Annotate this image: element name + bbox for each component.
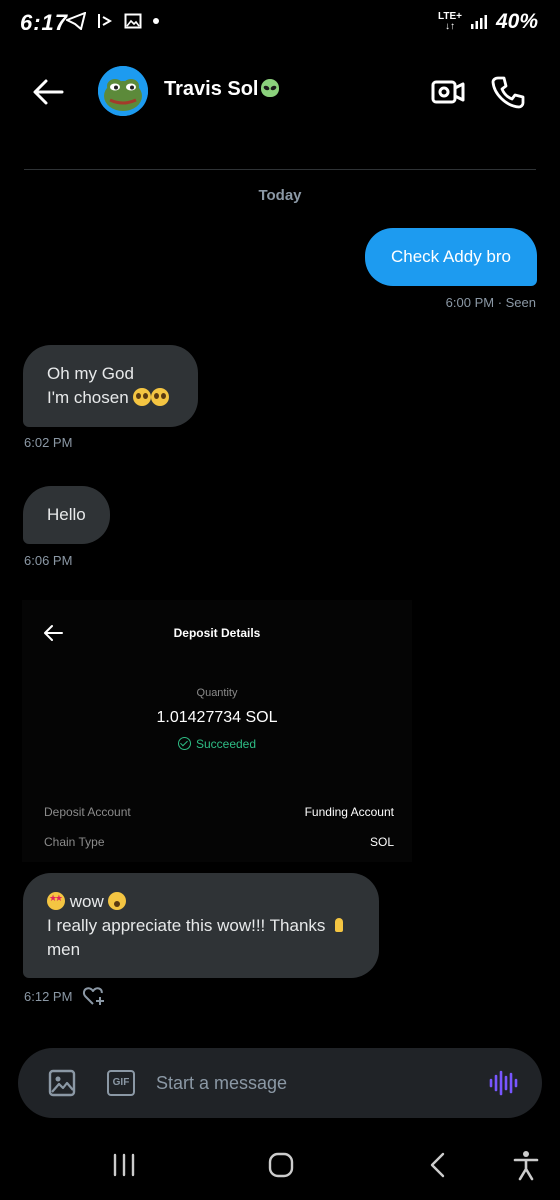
detail-value: Funding Account xyxy=(304,805,394,819)
video-camera-icon xyxy=(431,80,465,104)
video-call-button[interactable] xyxy=(430,74,466,110)
recents-icon xyxy=(113,1153,135,1177)
detail-value: SOL xyxy=(369,835,394,849)
message-meta: 6:06 PM xyxy=(24,553,73,568)
system-back-button[interactable] xyxy=(420,1148,456,1182)
voice-message-button[interactable] xyxy=(488,1068,518,1098)
message-text: Hello xyxy=(47,505,86,524)
status-right: LTE+ ↓↑ 40% xyxy=(438,10,538,34)
detail-label: Chain Type xyxy=(44,835,105,849)
accessibility-button[interactable] xyxy=(508,1148,544,1182)
arrow-left-icon xyxy=(33,79,64,105)
home-button[interactable] xyxy=(263,1148,299,1182)
message-bubble-received[interactable]: Oh my God I'm chosen xyxy=(23,345,198,427)
message-bubble-received[interactable]: wow I really appreciate this wow!!! Than… xyxy=(23,873,379,978)
star-struck-emoji-icon xyxy=(47,892,65,910)
gif-button[interactable]: GIF xyxy=(107,1070,135,1096)
deposit-amount: 1.01427734 SOL xyxy=(156,709,278,726)
recent-apps-button[interactable] xyxy=(106,1148,142,1182)
notification-icons xyxy=(66,12,160,30)
back-button[interactable] xyxy=(28,74,68,110)
message-line: Oh my God xyxy=(47,364,134,383)
image-icon xyxy=(48,1069,76,1097)
message-bubble-sent[interactable]: Check Addy bro xyxy=(365,228,537,286)
telegram-icon xyxy=(66,12,86,30)
message-meta: 6:00 PM · Seen xyxy=(445,295,536,310)
avatar[interactable] xyxy=(98,66,148,116)
voice-wave-icon xyxy=(489,1070,518,1096)
gallery-notification-icon xyxy=(124,13,142,29)
message-line-with-emoji: wow xyxy=(47,890,355,914)
deposit-title: Deposit Details xyxy=(173,626,261,640)
check-circle-icon xyxy=(177,737,191,750)
system-navigation-bar xyxy=(0,1130,560,1200)
dot-icon xyxy=(153,18,159,24)
voice-call-button[interactable] xyxy=(490,74,526,110)
pleading-face-emoji-icon xyxy=(133,388,152,406)
add-reaction-button[interactable] xyxy=(82,985,106,1007)
message-line: wow xyxy=(69,892,104,911)
message-line: I'm chosen xyxy=(47,388,129,407)
deposit-details-image[interactable]: Deposit Details Quantity 1.01427734 SOL … xyxy=(22,600,412,862)
battery-level: 40% xyxy=(495,10,538,33)
message-meta: 6:02 PM xyxy=(24,435,73,450)
accessibility-icon xyxy=(513,1151,539,1181)
day-separator: Today xyxy=(258,187,302,204)
heart-plus-icon xyxy=(82,987,104,1005)
message-input[interactable] xyxy=(156,1063,476,1103)
home-icon xyxy=(268,1152,294,1178)
hushed-face-emoji-icon xyxy=(108,892,127,910)
status-text: Succeeded xyxy=(195,737,257,751)
message-line: I really appreciate this wow!!! Thanks xyxy=(47,916,326,935)
alien-emoji-icon xyxy=(260,79,279,97)
status-bar: 6:17 LTE+ ↓↑ 40% xyxy=(0,0,560,46)
frog-avatar-icon xyxy=(98,66,148,116)
signal-icon xyxy=(470,15,487,29)
message-line-with-emoji: I really appreciate this wow!!! Thanks xyxy=(47,914,355,938)
add-image-button[interactable] xyxy=(48,1069,76,1097)
cast-icon xyxy=(98,14,113,28)
message-bubble-received[interactable]: Hello xyxy=(23,486,110,544)
contact-name-text: Travis Sol xyxy=(164,78,259,100)
deposit-status: Succeeded xyxy=(22,737,412,751)
folded-hands-emoji-icon xyxy=(330,916,348,934)
detail-label: Deposit Account xyxy=(44,805,131,819)
message-line: men xyxy=(47,940,81,959)
message-meta: 6:12 PM xyxy=(24,989,73,1004)
message-line-with-emoji: I'm chosen xyxy=(47,386,174,410)
network-type: LTE+ ↓↑ xyxy=(437,11,462,32)
message-composer: GIF xyxy=(18,1048,542,1118)
chevron-left-icon xyxy=(430,1152,445,1178)
header-divider xyxy=(24,169,536,170)
message-text: Check Addy bro xyxy=(390,247,511,266)
status-time: 6:17 xyxy=(20,10,69,35)
phone-icon xyxy=(491,76,525,109)
pleading-face-emoji-icon xyxy=(151,388,170,406)
contact-name[interactable]: Travis Sol xyxy=(164,78,279,101)
conversation-header: Travis Sol xyxy=(0,52,560,132)
quantity-label: Quantity xyxy=(196,687,238,699)
